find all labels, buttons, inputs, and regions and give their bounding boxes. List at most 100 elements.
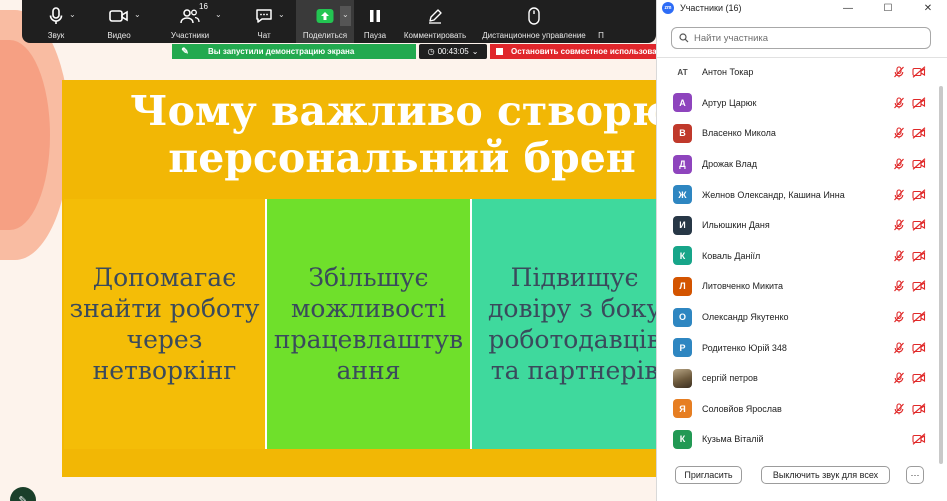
close-icon[interactable]: ✕ (908, 0, 947, 16)
participant-row[interactable]: К Кузьма Віталій (657, 424, 940, 455)
meeting-toolbar: ⌄ Звук ⌄ Видео 16 ⌄ Участники ⌄ Чат ⌄ По… (22, 0, 656, 43)
pause-label: Пауза (363, 31, 387, 40)
participant-name: Желнов Олександр, Кашина Инна (702, 189, 845, 200)
panel-title: Участники (16) (680, 3, 742, 13)
participant-status-icons (912, 433, 926, 446)
slide-cards: Допомагає знайти роботу через нетворкінг Зб… (64, 199, 656, 449)
video-off-icon (912, 433, 926, 446)
pause-icon (369, 6, 381, 26)
chevron-down-icon[interactable]: ⌄ (69, 10, 76, 19)
participant-status-icons (893, 97, 926, 109)
chevron-down-icon[interactable]: ⌄ (134, 10, 141, 19)
remote-control-button[interactable]: Дистанционное управление (474, 0, 594, 43)
share-screen-icon (316, 6, 334, 26)
mute-all-button[interactable]: Выключить звук для всех (761, 466, 890, 484)
chevron-down-icon[interactable]: ⌄ (215, 10, 222, 19)
avatar: В (673, 123, 692, 143)
avatar: А (673, 93, 692, 113)
participant-row[interactable]: Р Родитенко Юрій 348 (657, 332, 940, 363)
participant-status-icons (893, 372, 926, 384)
participants-label: Участники (170, 31, 210, 40)
participant-row[interactable]: Ж Желнов Олександр, Кашина Инна (657, 179, 940, 210)
search-icon (674, 33, 694, 43)
annotate-button[interactable]: Комментировать (396, 0, 474, 43)
video-label: Видео (107, 31, 131, 40)
remote-control-label: Дистанционное управление (482, 31, 586, 40)
avatar: И (673, 215, 692, 235)
avatar: АТ (677, 67, 688, 77)
avatar: О (673, 307, 692, 327)
pin-icon[interactable]: ✎ (178, 46, 192, 57)
search-input[interactable] (694, 32, 914, 44)
video-off-icon (912, 250, 926, 262)
maximize-icon[interactable]: ☐ (868, 0, 908, 16)
participant-status-icons (893, 66, 926, 79)
chevron-down-icon[interactable]: ⌄ (278, 10, 285, 19)
mic-muted-icon (893, 219, 905, 231)
participant-name: Ильюшкин Даня (702, 220, 770, 231)
microphone-icon (49, 6, 63, 26)
chevron-down-icon[interactable]: ⌄ (340, 6, 351, 26)
participant-name: Артур Царюк (702, 97, 757, 108)
minimize-icon[interactable]: — (828, 0, 868, 16)
participant-row[interactable]: В Власенко Микола (657, 118, 940, 149)
video-off-icon (912, 219, 926, 232)
slide-card-2: Збільшує можливості працевлаштув ання (267, 199, 472, 449)
participant-row[interactable]: И Ильюшкин Даня (657, 210, 940, 241)
mic-muted-icon (893, 127, 905, 139)
avatar: Ж (673, 185, 692, 205)
annotate-label: Комментировать (403, 31, 467, 40)
stop-share-button[interactable]: Остановить совместное использование (490, 44, 656, 59)
participant-name: Кузьма Віталій (702, 434, 764, 445)
participant-name: Власенко Микола (702, 128, 776, 139)
participant-status-icons (893, 280, 926, 293)
participant-name: Соловйов Ярослав (702, 403, 782, 414)
share-status-message: Вы запустили демонстрацию экрана (208, 47, 355, 56)
participant-row[interactable]: Я Соловйов Ярослав (657, 394, 940, 425)
share-timer[interactable]: ◷ 00:43:05 ⌄ (419, 44, 487, 59)
stop-square-icon (496, 48, 503, 55)
invite-button[interactable]: Пригласить (675, 466, 742, 484)
panel-titlebar: zm Участники (16) — ☐ ✕ (657, 0, 947, 16)
participant-name: Родитенко Юрій 348 (702, 342, 787, 353)
participant-name: Коваль Даніїл (702, 250, 761, 261)
participant-status-icons (893, 250, 926, 262)
slide-card-1: Допомагає знайти роботу через нетворкінг (64, 199, 267, 449)
video-off-icon (912, 158, 926, 170)
participant-list-scrollbar[interactable] (939, 86, 943, 464)
audio-label: Звук (47, 31, 65, 40)
pause-share-button[interactable]: Пауза (354, 0, 396, 43)
participant-list: АТ Антон Токар А Артур Царюк В Власенко Микол… (657, 57, 940, 455)
audio-button[interactable]: ⌄ Звук (22, 0, 90, 43)
share-screen-button[interactable]: ⌄ Поделиться (296, 0, 354, 43)
annotate-pencil-icon (427, 6, 443, 26)
participant-name: Дрожак Влад (702, 159, 757, 170)
mic-muted-icon (893, 403, 905, 415)
more-options-button[interactable]: ··· (906, 466, 924, 484)
window-controls: — ☐ ✕ (828, 0, 947, 16)
chat-icon (255, 6, 273, 26)
slide-card-3: Підвищує довіру з боку роботодавців та парт… (472, 199, 656, 449)
participant-search[interactable] (671, 27, 931, 49)
share-label: Поделиться (302, 31, 348, 40)
zoom-logo-icon: zm (662, 2, 674, 14)
participant-row[interactable]: О Олександр Якутенко (657, 302, 940, 333)
participants-button[interactable]: 16 ⌄ Участники (148, 0, 232, 43)
chat-button[interactable]: ⌄ Чат (232, 0, 296, 43)
avatar: Д (673, 154, 692, 174)
video-off-icon (912, 311, 926, 323)
video-off-icon (912, 127, 926, 140)
video-button[interactable]: ⌄ Видео (90, 0, 148, 43)
participant-row[interactable]: Д Дрожак Влад (657, 149, 940, 180)
participant-row[interactable]: Л Литовченко Микита (657, 271, 940, 302)
more-toolbar-item[interactable]: П (594, 0, 608, 43)
participant-row[interactable]: АТ Антон Токар (657, 57, 940, 88)
participant-row[interactable]: сергій петров (657, 363, 940, 394)
participant-row[interactable]: К Коваль Даніїл (657, 241, 940, 272)
presentation-slide: Чому важливо створю персональний брен Доп… (62, 80, 656, 477)
mic-muted-icon (893, 311, 905, 323)
participant-name: Литовченко Микита (702, 281, 784, 292)
avatar: Я (673, 399, 692, 419)
participant-row[interactable]: А Артур Царюк (657, 88, 940, 119)
participant-count-badge: 16 (199, 2, 208, 11)
